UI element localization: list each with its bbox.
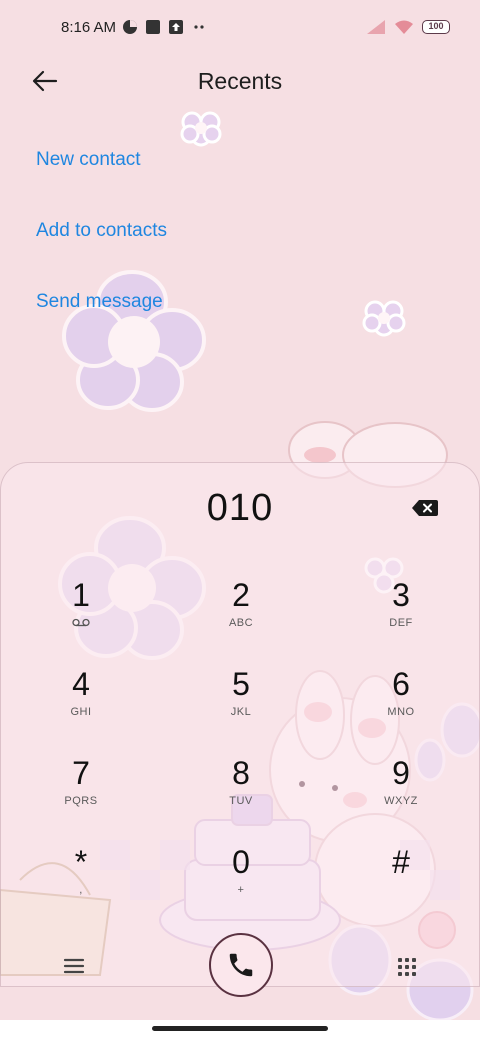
key-9[interactable]: 9 WXYZ <box>321 751 480 840</box>
key-2[interactable]: 2 ABC <box>161 573 321 662</box>
keypad: 1 2 ABC 3 DEF 4 GHI 5 JKL 6 MNO 7 PQRS 8… <box>1 573 480 929</box>
key-digit: 4 <box>72 666 90 702</box>
key-digit: # <box>392 844 410 880</box>
dialpad-icon[interactable] <box>397 957 417 977</box>
app-square-icon <box>146 20 160 34</box>
key-letters: TUV <box>229 795 253 807</box>
key-star[interactable]: * , <box>1 840 161 929</box>
key-digit: * <box>74 844 88 880</box>
phone-icon <box>229 953 253 977</box>
key-letters: DEF <box>389 617 413 629</box>
key-letters: GHI <box>70 706 92 718</box>
key-digit: 9 <box>392 755 410 791</box>
signal-icon <box>367 20 385 34</box>
wifi-icon <box>395 20 413 34</box>
key-7[interactable]: 7 PQRS <box>1 751 161 840</box>
status-bar: 8:16 AM 100 <box>0 0 480 56</box>
key-6[interactable]: 6 MNO <box>321 662 480 751</box>
key-hash[interactable]: # <box>321 840 480 929</box>
key-letters: , <box>79 884 83 896</box>
key-letters <box>1 617 161 631</box>
key-3[interactable]: 3 DEF <box>321 573 480 662</box>
key-digit: 3 <box>392 577 410 613</box>
menu-icon[interactable] <box>63 957 85 975</box>
dialer-bottom-row <box>1 933 480 997</box>
key-digit: 7 <box>72 755 90 791</box>
system-status-icons: 100 <box>366 19 450 35</box>
key-digit: 8 <box>232 755 250 791</box>
key-digit: 5 <box>232 666 250 702</box>
key-letters: PQRS <box>64 795 98 807</box>
pie-chart-icon <box>123 20 137 34</box>
home-indicator[interactable] <box>152 1026 328 1031</box>
page-title: Recents <box>197 68 283 94</box>
key-letters: + <box>237 884 245 896</box>
key-5[interactable]: 5 JKL <box>161 662 321 751</box>
key-0[interactable]: 0 + <box>161 840 321 929</box>
key-4[interactable]: 4 GHI <box>1 662 161 751</box>
dialer-panel: 010 1 2 ABC 3 DEF 4 GHI 5 JKL 6 MNO 7 PQ… <box>0 462 480 997</box>
key-letters: MNO <box>387 706 415 718</box>
key-1[interactable]: 1 <box>1 573 161 662</box>
backspace-icon[interactable] <box>411 498 439 518</box>
key-letters <box>321 884 480 898</box>
key-digit: 1 <box>72 577 90 613</box>
call-button[interactable] <box>209 933 273 997</box>
key-digit: 0 <box>232 844 250 880</box>
key-letters: JKL <box>230 706 252 718</box>
contact-actions: New contact Add to contacts Send message <box>36 146 167 359</box>
notification-icons <box>122 19 207 35</box>
add-to-contacts-button[interactable]: Add to contacts <box>36 217 167 288</box>
key-letters: ABC <box>228 617 254 629</box>
key-8[interactable]: 8 TUV <box>161 751 321 840</box>
more-dots-icon <box>194 25 204 29</box>
new-contact-button[interactable]: New contact <box>36 146 167 217</box>
key-digit: 2 <box>232 577 250 613</box>
status-time: 8:16 AM <box>61 19 117 36</box>
key-digit: 6 <box>392 666 410 702</box>
dialed-number: 010 <box>206 487 274 529</box>
send-message-button[interactable]: Send message <box>36 288 167 359</box>
upload-icon <box>169 20 183 34</box>
battery-icon: 100 <box>422 20 450 34</box>
key-letters: WXYZ <box>384 795 418 807</box>
voicemail-icon <box>72 618 90 627</box>
header: Recents <box>0 56 480 110</box>
